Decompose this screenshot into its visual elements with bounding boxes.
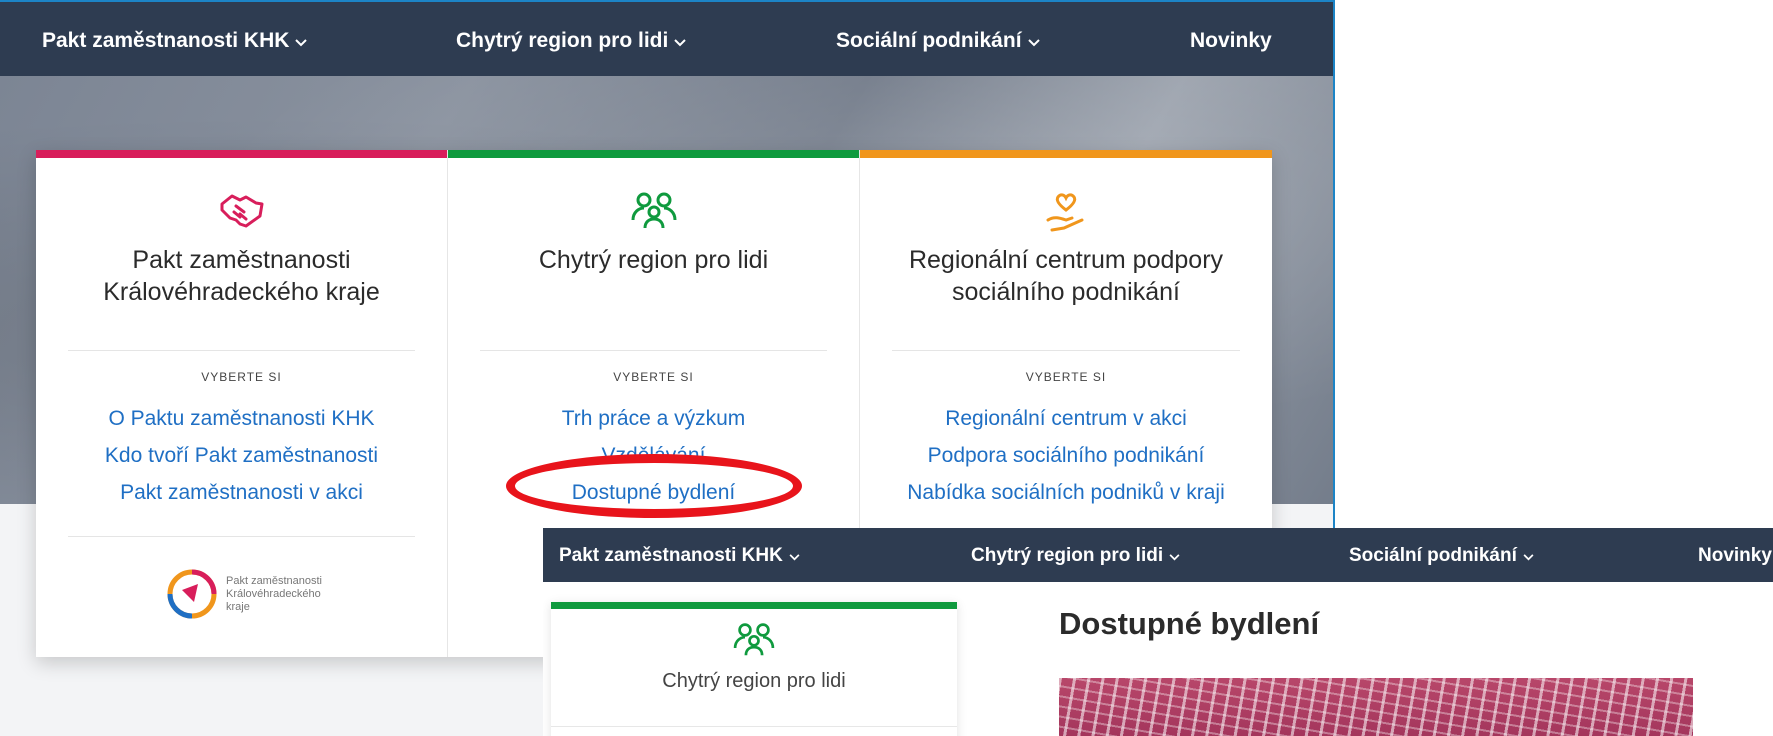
- divider: [892, 350, 1240, 351]
- card-links: Regionální centrum v akci Podpora sociál…: [860, 400, 1272, 511]
- link-regionalni-centrum[interactable]: Regionální centrum v akci: [860, 400, 1272, 437]
- top-navigation: Pakt zaměstnanosti KHK Chytrý region pro…: [543, 528, 1773, 582]
- link-trh-prace[interactable]: Trh práce a výzkum: [448, 400, 859, 437]
- link-pakt-v-akci[interactable]: Pakt zaměstnanosti v akci: [36, 474, 447, 511]
- link-o-paktu[interactable]: O Paktu zaměstnanosti KHK: [36, 400, 447, 437]
- pakt-logo[interactable]: Pakt zaměstnanosti Královéhradeckého kra…: [166, 568, 322, 620]
- top-navigation: Pakt zaměstnanosti KHK Chytrý region pro…: [0, 2, 1333, 76]
- card-links: O Paktu zaměstnanosti KHK Kdo tvoří Pakt…: [36, 400, 447, 511]
- nav-novinky[interactable]: Novinky: [1698, 528, 1772, 582]
- link-dostupne-bydleni[interactable]: Dostupné bydlení: [448, 474, 859, 511]
- chevron-down-icon: [1523, 528, 1534, 584]
- card-links: Trh práce a výzkum Vzdělávání Dostupné b…: [448, 400, 859, 511]
- card-pakt: Pakt zaměstnanosti Královéhradeckého kra…: [36, 150, 448, 657]
- link-podpora[interactable]: Podpora sociálního podnikání: [860, 437, 1272, 474]
- heart-hand-icon: [860, 190, 1272, 234]
- logo-text: Pakt zaměstnanosti Královéhradeckého kra…: [226, 574, 322, 613]
- nav-novinky[interactable]: Novinky: [1190, 2, 1272, 76]
- choose-label: VYBERTE SI: [1025, 370, 1107, 384]
- page-title: Dostupné bydlení: [1059, 606, 1320, 641]
- chevron-down-icon: [295, 2, 308, 80]
- card-accent-bar: [448, 150, 859, 158]
- sidebar-card: Chytrý region pro lidi: [551, 602, 957, 736]
- chevron-down-icon: [1169, 528, 1180, 584]
- nav-chytry-region[interactable]: Chytrý region pro lidi: [456, 2, 687, 76]
- people-icon: [448, 190, 859, 234]
- divider: [480, 350, 827, 351]
- divider: [68, 536, 415, 537]
- card-accent-bar: [860, 150, 1272, 158]
- card-accent-bar: [36, 150, 447, 158]
- chevron-down-icon: [1027, 2, 1040, 80]
- sidebar-title: Chytrý region pro lidi: [662, 670, 846, 692]
- pakt-logo-icon: [167, 569, 217, 619]
- choose-label: VYBERTE SI: [613, 370, 694, 384]
- card-accent-bar: [551, 602, 957, 609]
- card-title: Pakt zaměstnanosti Královéhradeckého kra…: [103, 246, 380, 306]
- page-photo: [1059, 678, 1693, 736]
- divider: [551, 726, 957, 727]
- nav-socialni-podnikani[interactable]: Sociální podnikání: [836, 2, 1040, 76]
- handshake-icon: [36, 190, 447, 234]
- link-vzdelavani[interactable]: Vzdělávání: [448, 437, 859, 474]
- chevron-down-icon: [789, 528, 800, 584]
- card-title: Chytrý region pro lidi: [538, 246, 769, 274]
- detail-page-screenshot: Pakt zaměstnanosti KHK Chytrý region pro…: [543, 528, 1773, 736]
- link-nabidka[interactable]: Nabídka sociálních podniků v kraji: [860, 474, 1272, 511]
- nav-socialni-podnikani[interactable]: Sociální podnikání: [1349, 528, 1534, 582]
- nav-chytry-region[interactable]: Chytrý region pro lidi: [971, 528, 1180, 582]
- choose-label: VYBERTE SI: [201, 370, 282, 384]
- people-icon: [551, 621, 957, 662]
- divider: [68, 350, 415, 351]
- link-kdo-tvori[interactable]: Kdo tvoří Pakt zaměstnanosti: [36, 437, 447, 474]
- nav-pakt[interactable]: Pakt zaměstnanosti KHK: [42, 2, 308, 76]
- chevron-down-icon: [674, 2, 687, 80]
- card-title: Regionální centrum podpory sociálního po…: [908, 246, 1224, 306]
- nav-pakt[interactable]: Pakt zaměstnanosti KHK: [559, 528, 800, 582]
